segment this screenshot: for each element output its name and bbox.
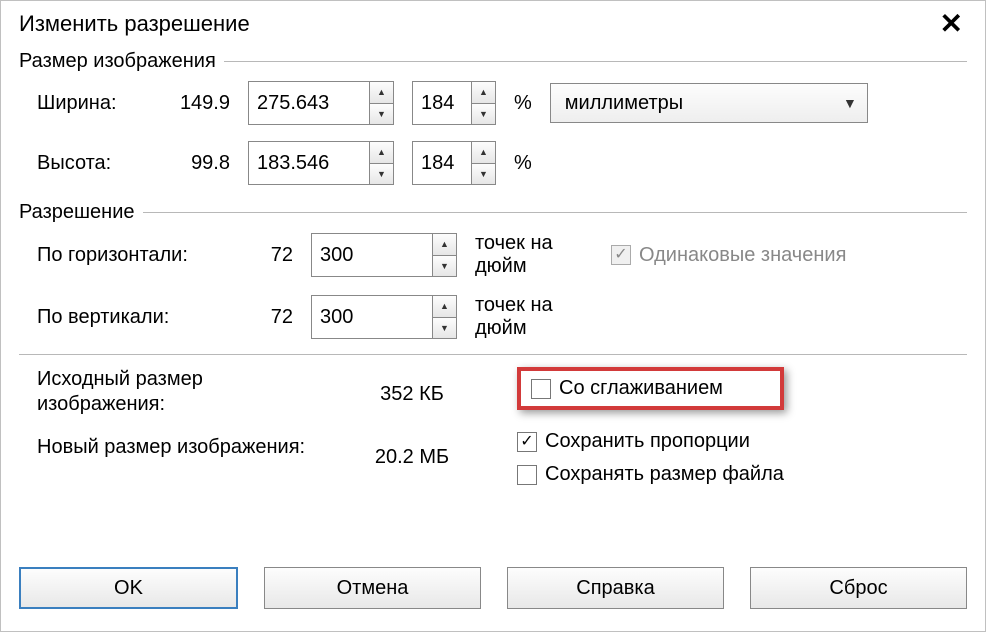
spin-down-icon[interactable]: ▼ <box>370 164 393 185</box>
antialias-checkbox[interactable]: Со сглаживанием <box>531 377 723 400</box>
width-spinner[interactable]: ▲ ▼ <box>248 81 394 125</box>
vertical-label: По вертикали: <box>37 306 237 329</box>
height-spinner[interactable]: ▲ ▼ <box>248 141 394 185</box>
height-input[interactable] <box>249 142 369 184</box>
resolution-group: Разрешение По горизонтали: 72 ▲ ▼ точек … <box>19 201 967 348</box>
original-size-label: Исходный размер изображения: <box>37 367 317 417</box>
cancel-button[interactable]: Отмена <box>264 567 481 609</box>
checkbox-icon: ✓ <box>611 245 631 265</box>
width-original: 149.9 <box>152 92 230 115</box>
percent-sign: % <box>514 152 532 175</box>
keep-filesize-checkbox[interactable]: Сохранять размер файла <box>517 463 784 486</box>
unit-combobox-value: миллиметры <box>565 92 683 115</box>
vertical-original: 72 <box>237 306 293 329</box>
keep-filesize-label: Сохранять размер файла <box>545 463 784 486</box>
horizontal-spinner[interactable]: ▲ ▼ <box>311 233 457 277</box>
help-button[interactable]: Справка <box>507 567 724 609</box>
resolution-dialog: Изменить разрешение ✕ Размер изображения… <box>0 0 986 632</box>
width-pct-input[interactable] <box>413 82 471 124</box>
height-pct-spinner[interactable]: ▲ ▼ <box>412 141 496 185</box>
dpi-unit-label: точек на дюйм <box>475 232 585 278</box>
antialias-highlight: Со сглаживанием <box>517 367 784 410</box>
vertical-res-row: По вертикали: 72 ▲ ▼ точек на дюйм <box>19 286 967 348</box>
new-size-value: 20.2 МБ <box>317 446 507 469</box>
width-pct-spin-buttons: ▲ ▼ <box>471 82 495 124</box>
options-column: Со сглаживанием ✓ Сохранить пропорции Со… <box>507 367 784 509</box>
horizontal-res-row: По горизонтали: 72 ▲ ▼ точек на дюйм ✓ О… <box>19 224 967 286</box>
spin-down-icon[interactable]: ▼ <box>472 164 495 185</box>
horizontal-input[interactable] <box>312 234 432 276</box>
height-spin-buttons: ▲ ▼ <box>369 142 393 184</box>
vertical-spin-buttons: ▲ ▼ <box>432 296 456 338</box>
original-size-value: 352 КБ <box>317 383 507 406</box>
keep-ratio-checkbox[interactable]: ✓ Сохранить пропорции <box>517 430 784 453</box>
dpi-unit-label: точек на дюйм <box>475 294 585 340</box>
reset-button[interactable]: Сброс <box>750 567 967 609</box>
antialias-label: Со сглаживанием <box>559 377 723 400</box>
spin-down-icon[interactable]: ▼ <box>433 318 456 339</box>
horizontal-label: По горизонтали: <box>37 244 237 267</box>
horizontal-original: 72 <box>237 244 293 267</box>
checkbox-icon <box>531 379 551 399</box>
height-original: 99.8 <box>152 152 230 175</box>
width-pct-spinner[interactable]: ▲ ▼ <box>412 81 496 125</box>
spin-up-icon[interactable]: ▲ <box>370 142 393 164</box>
spin-down-icon[interactable]: ▼ <box>370 104 393 125</box>
same-values-label: Одинаковые значения <box>639 244 846 267</box>
resolution-legend: Разрешение <box>19 201 143 224</box>
image-size-legend: Размер изображения <box>19 50 224 73</box>
image-size-group: Размер изображения Ширина: 149.9 ▲ ▼ ▲ ▼… <box>19 50 967 193</box>
button-row: OK Отмена Справка Сброс <box>1 553 985 623</box>
width-row: Ширина: 149.9 ▲ ▼ ▲ ▼ % миллиметры ▼ <box>19 73 967 133</box>
spin-up-icon[interactable]: ▲ <box>370 82 393 104</box>
spin-down-icon[interactable]: ▼ <box>472 104 495 125</box>
ok-button[interactable]: OK <box>19 567 238 609</box>
dialog-title: Изменить разрешение <box>19 11 250 37</box>
height-pct-input[interactable] <box>413 142 471 184</box>
spin-down-icon[interactable]: ▼ <box>433 256 456 277</box>
spin-up-icon[interactable]: ▲ <box>472 142 495 164</box>
chevron-down-icon: ▼ <box>843 95 857 111</box>
close-icon[interactable]: ✕ <box>932 7 971 40</box>
vertical-spinner[interactable]: ▲ ▼ <box>311 295 457 339</box>
same-values-checkbox: ✓ Одинаковые значения <box>611 244 846 267</box>
horizontal-spin-buttons: ▲ ▼ <box>432 234 456 276</box>
spin-up-icon[interactable]: ▲ <box>433 296 456 318</box>
height-label: Высота: <box>37 152 152 175</box>
checkbox-icon <box>517 465 537 485</box>
titlebar: Изменить разрешение ✕ <box>1 1 985 42</box>
width-input[interactable] <box>249 82 369 124</box>
info-values-column: 352 КБ 20.2 МБ <box>317 367 507 509</box>
width-label: Ширина: <box>37 92 152 115</box>
spin-up-icon[interactable]: ▲ <box>472 82 495 104</box>
unit-combobox[interactable]: миллиметры ▼ <box>550 83 868 123</box>
height-row: Высота: 99.8 ▲ ▼ ▲ ▼ % <box>19 133 967 193</box>
checkbox-icon: ✓ <box>517 432 537 452</box>
info-block: Исходный размер изображения: Новый разме… <box>1 355 985 509</box>
new-size-label: Новый размер изображения: <box>37 435 317 460</box>
vertical-input[interactable] <box>312 296 432 338</box>
height-pct-spin-buttons: ▲ ▼ <box>471 142 495 184</box>
info-labels-column: Исходный размер изображения: Новый разме… <box>37 367 317 509</box>
width-spin-buttons: ▲ ▼ <box>369 82 393 124</box>
percent-sign: % <box>514 92 532 115</box>
keep-ratio-label: Сохранить пропорции <box>545 430 750 453</box>
spin-up-icon[interactable]: ▲ <box>433 234 456 256</box>
